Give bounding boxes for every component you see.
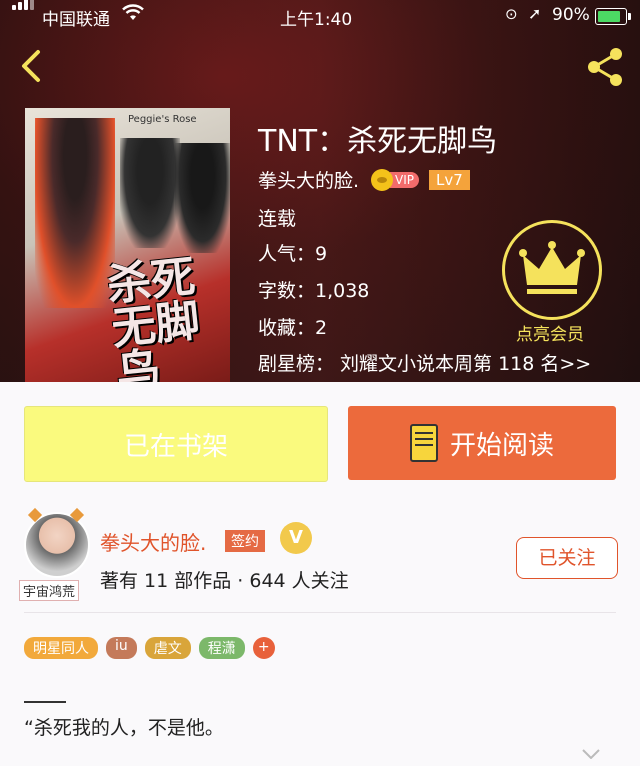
- level-badge: Lv7: [429, 169, 470, 190]
- status-bar: 中国联通 上午1:40 ⊙ ➚ 90%: [0, 0, 640, 34]
- expand-chevron-icon[interactable]: [582, 744, 600, 760]
- clock: 上午1:40: [280, 10, 353, 30]
- book-author-row: 拳头大的脸. VIP Lv7: [258, 166, 470, 193]
- book-title: TNT：杀死无脚鸟: [258, 124, 498, 159]
- popularity: 人气：9: [258, 243, 328, 265]
- more-tags-button[interactable]: +: [252, 637, 275, 659]
- word-count: 字数：1,038: [258, 280, 370, 302]
- verified-badge-icon: V: [280, 522, 312, 554]
- share-icon: [588, 48, 622, 86]
- start-reading-button[interactable]: 开始阅读: [348, 406, 616, 480]
- tag-list: 明星同人 iu 虐文 程潇 +: [24, 637, 275, 659]
- cover-figure: [175, 143, 230, 253]
- vip-coin-icon: [371, 168, 394, 191]
- cover-top-text: Peggie's Rose: [128, 114, 197, 125]
- divider: [24, 612, 616, 613]
- battery-percent: 90%: [552, 5, 590, 25]
- battery-icon: [595, 8, 631, 25]
- book-icon: [409, 424, 438, 462]
- location-icon: ➚: [528, 4, 542, 23]
- in-shelf-label: 已在书架: [123, 431, 228, 462]
- rotation-lock-icon: ⊙: [505, 5, 518, 23]
- serial-status: 连载: [258, 208, 297, 230]
- vip-badge: VIP: [371, 168, 420, 191]
- favorites: 收藏：2: [258, 317, 328, 339]
- cover-figure: [120, 138, 180, 248]
- ranking-link[interactable]: 剧星榜： 刘耀文小说本周第 118 名>>: [258, 349, 591, 376]
- tag-item[interactable]: 程潇: [198, 637, 245, 659]
- tag-item[interactable]: 明星同人: [24, 637, 98, 659]
- tag-item[interactable]: iu: [106, 637, 137, 659]
- avatar-frame-tag: 宇宙鸿荒: [19, 580, 80, 601]
- intro-divider: [24, 701, 66, 703]
- book-cover[interactable]: Peggie's Rose 杀死无脚鸟: [25, 108, 230, 382]
- tag-item[interactable]: 虐文: [144, 637, 191, 659]
- share-button[interactable]: [582, 44, 628, 90]
- membership-label: 点亮会员: [516, 325, 584, 345]
- intro-text: “杀死我的人，不是他。: [24, 717, 224, 739]
- cover-figure: [35, 118, 115, 308]
- author-name[interactable]: 拳头大的脸.: [100, 527, 206, 556]
- book-author[interactable]: 拳头大的脸.: [258, 166, 359, 193]
- in-shelf-button[interactable]: 已在书架: [24, 406, 328, 482]
- author-stats: 著有 11 部作品 · 644 人关注: [100, 570, 349, 592]
- back-button[interactable]: [12, 46, 52, 86]
- cover-title: 杀死无脚鸟: [104, 251, 203, 382]
- carrier-name: 中国联通: [42, 10, 110, 30]
- signed-badge: 签约: [225, 530, 265, 552]
- membership-button[interactable]: [502, 220, 602, 320]
- crown-icon: [519, 241, 585, 294]
- follow-button[interactable]: 已关注: [516, 537, 618, 579]
- start-reading-label: 开始阅读: [449, 430, 554, 461]
- wifi-icon: [122, 4, 144, 27]
- vip-label: VIP: [390, 171, 420, 188]
